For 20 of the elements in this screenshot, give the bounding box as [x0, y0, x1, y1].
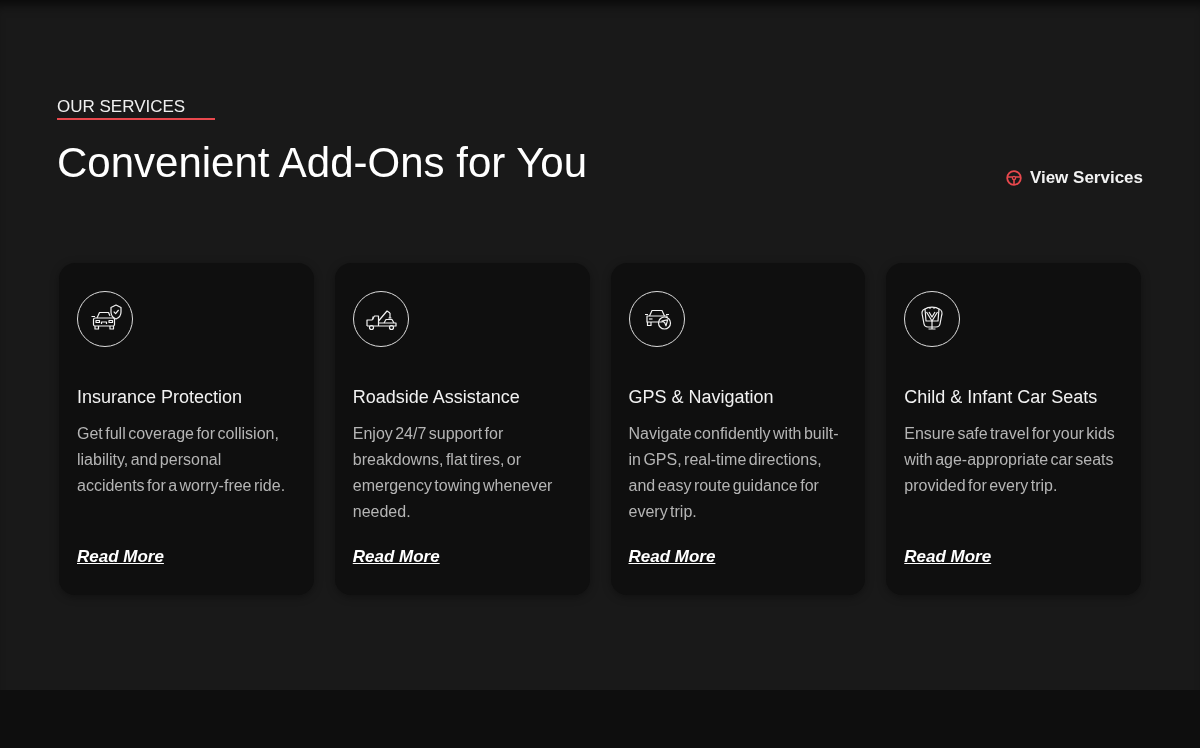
car-shield-icon — [77, 291, 133, 347]
card-description: Navigate confidently with built-in GPS, real-time directions, and easy route guidance for every trip. — [628, 424, 840, 522]
truck-icon — [352, 291, 409, 347]
car-seat-icon — [904, 291, 961, 347]
card-title: GPS & Navigation — [628, 386, 774, 409]
card-description: Enjoy 24/7 support for breakdowns, flat tires, or emergency towing whenever needed. — [352, 424, 554, 522]
view-services-link[interactable]: View Services — [1005, 166, 1143, 190]
card-title: Child & Infant Car Seats — [904, 386, 1098, 409]
card-description: Ensure safe travel for your kids with age-appropriate car seats provided for every trip. — [904, 424, 1116, 496]
read-more-link[interactable]: Read More — [628, 545, 716, 569]
section-eyebrow: OUR SERVICES — [57, 97, 216, 120]
card-description: Get full coverage for collision, liability, and personal accidents for a worry-free ride. — [77, 424, 287, 496]
read-more-link[interactable]: Read More — [904, 545, 992, 569]
read-more-link[interactable]: Read More — [77, 545, 164, 569]
read-more-link[interactable]: Read More — [352, 545, 440, 569]
steering-wheel-icon — [1005, 170, 1022, 186]
car-navigation-icon — [628, 291, 685, 347]
card-title: Insurance Protection — [77, 386, 243, 409]
section-heading: Convenient Add-Ons for You — [57, 138, 588, 188]
card-title: Roadside Assistance — [352, 386, 520, 409]
